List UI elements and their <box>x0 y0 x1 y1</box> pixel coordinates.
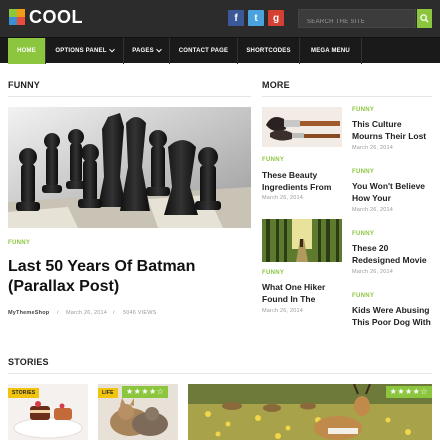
nav-label: OPTIONS PANEL <box>55 48 107 54</box>
nav-item-pages[interactable]: PAGES <box>124 38 170 64</box>
main-nav: HOME OPTIONS PANEL PAGES CONTACT PAGE SH… <box>0 37 440 64</box>
featured-post-title[interactable]: Last 50 Years Of Batman (Parallax Post) <box>8 257 248 297</box>
post-title[interactable]: These Beauty Ingredients From <box>262 170 344 193</box>
category-badge[interactable]: LIFE <box>98 388 118 398</box>
post-title[interactable]: Kids Were Abusing This Poor Dog With <box>352 305 434 328</box>
nav-label: HOME <box>17 48 36 54</box>
post-views: 5046 VIEWS <box>123 310 157 316</box>
post-title[interactable]: You Won't Believe How Your <box>352 181 434 204</box>
nav-item-contact-page[interactable]: CONTACT PAGE <box>170 38 238 64</box>
twitter-icon[interactable]: t <box>248 10 264 26</box>
post-date: March 26, 2014 <box>262 308 304 314</box>
post-date: March 26, 2014 <box>66 310 108 316</box>
category-label[interactable]: FUNNY <box>262 270 284 276</box>
section-title-funny: FUNNY <box>8 80 40 90</box>
divider <box>8 96 251 97</box>
category-label[interactable]: FUNNY <box>352 231 374 237</box>
nav-item-shortcodes[interactable]: SHORTCODES <box>238 38 300 64</box>
rating-stars: ★★★★☆ <box>122 386 169 398</box>
post-date: March 26, 2014 <box>352 207 394 213</box>
story-thumbnail[interactable]: LIFE ★★★★☆ <box>98 384 178 440</box>
search-button[interactable] <box>417 9 432 28</box>
divider <box>8 373 432 374</box>
rating-stars: ★★★★☆ <box>385 386 432 398</box>
nav-label: SHORTCODES <box>246 48 291 54</box>
site-header: COOL f t g <box>0 0 440 37</box>
facebook-icon[interactable]: f <box>228 10 244 26</box>
post-thumbnail[interactable] <box>262 219 342 262</box>
nav-item-home[interactable]: HOME <box>8 38 46 64</box>
category-label[interactable]: FUNNY <box>352 293 374 299</box>
post-author[interactable]: MyThemeShop <box>8 310 49 316</box>
post-date: March 26, 2014 <box>352 145 394 151</box>
search-icon <box>420 14 429 23</box>
post-thumbnail[interactable] <box>262 107 342 147</box>
rating-star-icons: ★★★★☆ <box>126 387 165 396</box>
meta-separator: / <box>113 310 115 316</box>
logo-text: COOL <box>29 7 83 27</box>
search-box <box>298 9 416 31</box>
category-label[interactable]: FUNNY <box>8 240 30 246</box>
section-title-more: MORE <box>262 80 290 90</box>
post-title[interactable]: This Culture Mourns Their Lost <box>352 119 434 142</box>
post-title[interactable]: These 20 Redesigned Movie <box>352 243 434 266</box>
logo-icon <box>9 9 25 25</box>
post-date: March 26, 2014 <box>262 195 304 201</box>
category-label[interactable]: FUNNY <box>352 107 374 113</box>
meta-separator: / <box>57 310 59 316</box>
site-logo[interactable]: COOL <box>9 8 83 26</box>
nav-label: PAGES <box>132 48 154 54</box>
makeup-brushes-image <box>262 107 342 147</box>
search-input[interactable] <box>299 13 415 31</box>
nav-item-options-panel[interactable]: OPTIONS PANEL <box>46 38 124 64</box>
forest-path-image <box>262 219 342 262</box>
divider <box>262 96 432 97</box>
category-label[interactable]: FUNNY <box>262 157 284 163</box>
chess-image <box>8 107 251 228</box>
nav-item-mega-menu[interactable]: MEGA MENU <box>300 38 362 64</box>
chevron-down-icon <box>108 46 115 53</box>
chevron-down-icon <box>155 46 162 53</box>
category-badge[interactable]: STORIES <box>8 388 40 398</box>
featured-image[interactable] <box>8 107 251 228</box>
nav-label: CONTACT PAGE <box>178 48 229 54</box>
section-title-stories: STORIES <box>8 357 49 367</box>
post-date: March 26, 2014 <box>352 269 394 275</box>
post-title[interactable]: What One Hiker Found In The <box>262 282 344 305</box>
google-plus-icon[interactable]: g <box>268 10 284 26</box>
story-thumbnail[interactable]: STORIES <box>8 384 88 440</box>
rating-star-icons: ★★★★☆ <box>389 387 428 396</box>
category-label[interactable]: FUNNY <box>352 169 374 175</box>
nav-label: MEGA MENU <box>311 48 350 54</box>
story-thumbnail[interactable]: ★★★★☆ <box>188 384 432 440</box>
